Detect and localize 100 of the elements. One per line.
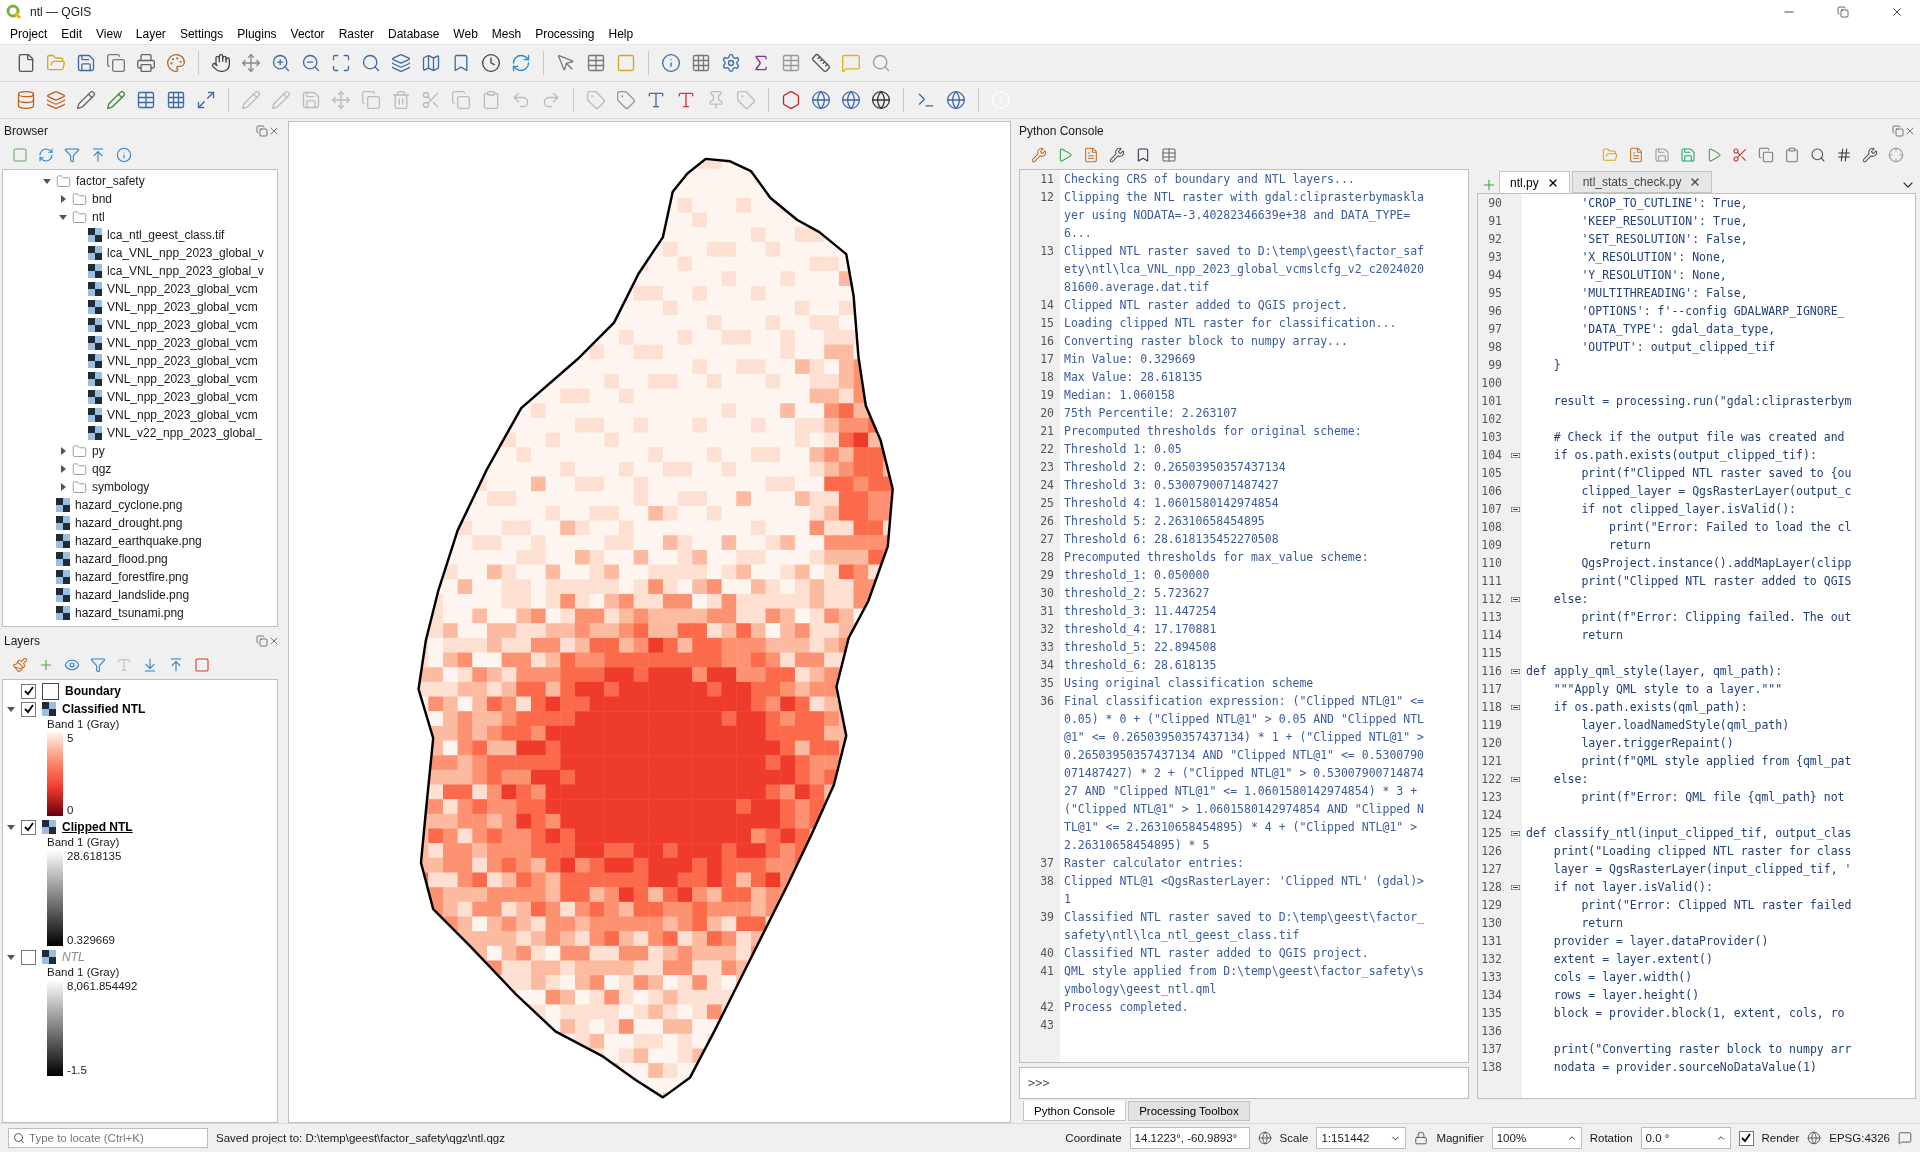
editor-tab[interactable]: ntl_stats_check.py: [1571, 171, 1713, 193]
menu-item[interactable]: Help: [602, 25, 642, 43]
browser-item[interactable]: VNL_npp_2023_global_vcm: [107, 282, 258, 296]
close-icon[interactable]: [268, 125, 280, 137]
collapse-arrow-icon[interactable]: [7, 705, 15, 713]
virtual-layer-icon[interactable]: [196, 90, 216, 110]
expand-arrow-icon[interactable]: [59, 483, 67, 491]
palette-icon[interactable]: [166, 53, 186, 73]
browser-item[interactable]: lca_ntl_geest_class.tif: [107, 228, 225, 242]
fold-marker-icon[interactable]: [1510, 506, 1520, 512]
layer-name[interactable]: Boundary: [65, 684, 121, 698]
close-icon[interactable]: [1904, 125, 1916, 137]
expand-arrow-icon[interactable]: [59, 447, 67, 455]
collapse-arrow-icon[interactable]: [7, 953, 15, 961]
grid-layer-icon[interactable]: [136, 90, 156, 110]
inspector-icon[interactable]: [1888, 147, 1904, 163]
rotation-field[interactable]: 0.0 °: [1640, 1127, 1731, 1149]
collapse-arrow-icon[interactable]: [43, 177, 51, 185]
menu-item[interactable]: Database: [381, 25, 448, 43]
float-icon[interactable]: [256, 125, 268, 137]
identify-icon[interactable]: [661, 53, 681, 73]
browser-item[interactable]: bnd: [92, 192, 113, 206]
new-file-icon[interactable]: [16, 53, 36, 73]
menu-item[interactable]: Plugins: [231, 25, 285, 43]
collapse-arrow-icon[interactable]: [59, 213, 67, 221]
menu-item[interactable]: View: [90, 25, 130, 43]
browser-item[interactable]: hazard_tsunami.png: [75, 606, 184, 620]
collapse-all-icon[interactable]: [90, 147, 106, 163]
fold-marker-icon[interactable]: [1510, 884, 1520, 890]
lock-icon[interactable]: [1414, 1131, 1429, 1145]
browser-item[interactable]: hazard_drought.png: [75, 516, 183, 530]
style-icon[interactable]: [12, 657, 28, 673]
database-icon[interactable]: [16, 90, 36, 110]
copy-icon[interactable]: [1758, 147, 1774, 163]
menu-item[interactable]: Mesh: [485, 25, 530, 43]
copy-icon[interactable]: [106, 53, 126, 73]
browser-item[interactable]: hazard_flood.png: [75, 552, 168, 566]
console-icon[interactable]: [1161, 147, 1177, 163]
browser-item[interactable]: VNL_npp_2023_global_vcm: [107, 300, 258, 314]
label-style-icon[interactable]: [616, 90, 636, 110]
globe-icon[interactable]: [811, 90, 831, 110]
browser-item[interactable]: VNL_npp_2023_global_vcm: [107, 336, 258, 350]
pencil-icon[interactable]: [76, 90, 96, 110]
menu-item[interactable]: Vector: [284, 25, 333, 43]
info-icon[interactable]: [116, 147, 132, 163]
crs-button[interactable]: EPSG:4326: [1829, 1132, 1890, 1144]
close-icon[interactable]: [268, 635, 280, 647]
paste-icon[interactable]: [1784, 147, 1800, 163]
layer-checkbox[interactable]: [21, 819, 36, 835]
comment-icon[interactable]: [1836, 147, 1852, 163]
label-text-icon[interactable]: [676, 90, 696, 110]
mesh-icon[interactable]: [166, 90, 186, 110]
console-input-field[interactable]: >>>: [1019, 1067, 1469, 1099]
layers-icon[interactable]: [391, 53, 411, 73]
float-icon[interactable]: [1892, 125, 1904, 137]
browser-item[interactable]: VNL_npp_2023_global_vcm: [107, 372, 258, 386]
printer-icon[interactable]: [136, 53, 156, 73]
browser-item[interactable]: lca_VNL_npp_2023_global_v: [107, 264, 264, 278]
fold-marker-icon[interactable]: [1510, 596, 1520, 602]
run-script-icon[interactable]: [1706, 147, 1722, 163]
toggle-extents-icon[interactable]: [1257, 1131, 1272, 1145]
locate-search-field[interactable]: Type to locate (Ctrl+K): [8, 1128, 208, 1148]
menu-item[interactable]: Web: [447, 25, 486, 43]
options-icon[interactable]: [1109, 147, 1125, 163]
render-checkbox[interactable]: [1738, 1130, 1754, 1146]
fold-marker-icon[interactable]: [1510, 452, 1520, 458]
messages-icon[interactable]: [1898, 1131, 1912, 1145]
text-icon[interactable]: [646, 90, 666, 110]
world-icon[interactable]: [841, 90, 861, 110]
fold-marker-icon[interactable]: [1510, 776, 1520, 782]
menu-item[interactable]: Settings: [173, 25, 232, 43]
zoom-search-icon[interactable]: [361, 53, 381, 73]
edit-icon[interactable]: [106, 90, 126, 110]
browser-item[interactable]: py: [92, 444, 105, 458]
run-icon[interactable]: [1057, 147, 1073, 163]
crs-icon[interactable]: [1807, 1131, 1822, 1145]
coordinate-field[interactable]: 14.1223°, -60.9893°: [1129, 1127, 1250, 1149]
layer-name[interactable]: NTL: [62, 950, 85, 964]
add-layer-icon[interactable]: [46, 90, 66, 110]
menu-item[interactable]: Processing: [529, 25, 603, 43]
save-as-icon[interactable]: [1680, 147, 1696, 163]
attribute-table-icon[interactable]: [781, 53, 801, 73]
browser-item[interactable]: ntl: [92, 210, 105, 224]
toggle-edit-icon[interactable]: [241, 90, 261, 110]
settings-icon[interactable]: [721, 53, 741, 73]
layer-checkbox[interactable]: [21, 683, 36, 699]
filter-icon[interactable]: [90, 657, 106, 673]
layer-checkbox[interactable]: [21, 701, 36, 717]
magnifier-field[interactable]: 100%: [1491, 1127, 1582, 1149]
table-icon[interactable]: [586, 53, 606, 73]
browser-item[interactable]: lca_VNL_npp_2023_global_v: [107, 246, 264, 260]
collapse-arrow-icon[interactable]: [7, 823, 15, 831]
browser-item[interactable]: VNL_v22_npp_2023_global_: [107, 426, 262, 440]
clear-icon[interactable]: [1031, 147, 1047, 163]
menu-item[interactable]: Edit: [55, 25, 91, 43]
panel-tab[interactable]: Python Console: [1023, 1101, 1127, 1121]
scale-field[interactable]: 1:151442: [1316, 1127, 1407, 1149]
object-inspector-icon[interactable]: [1862, 147, 1878, 163]
web-icon[interactable]: [946, 90, 966, 110]
fold-marker-icon[interactable]: [1510, 704, 1520, 710]
